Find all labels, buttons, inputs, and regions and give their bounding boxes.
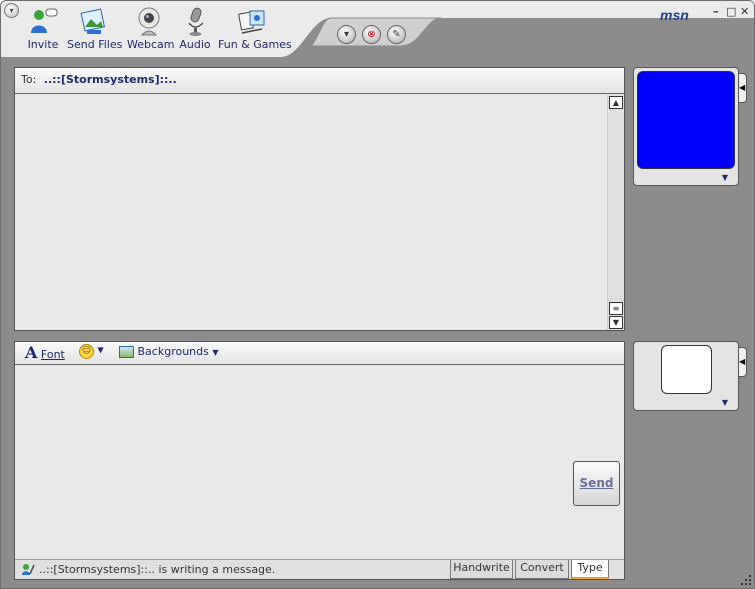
smiley-icon: ☺: [79, 344, 94, 359]
block-button[interactable]: ⊗: [362, 25, 381, 44]
backgrounds-button[interactable]: Backgrounds ▼: [119, 345, 219, 358]
scroll-down-button[interactable]: ▼: [609, 316, 623, 329]
compose-panel: A Font ☺ ▼ Backgrounds ▼ Send ..::[Storm…: [14, 341, 625, 580]
my-display-picture[interactable]: [661, 345, 712, 394]
my-display-picture-panel: ▼: [633, 341, 739, 411]
chevron-down-icon: ▼: [612, 318, 620, 327]
message-input[interactable]: Send: [15, 365, 624, 559]
format-toolbar: A Font ☺ ▼ Backgrounds ▼: [15, 342, 624, 365]
to-label: To:: [21, 73, 37, 86]
pencil-icon: ✎: [392, 29, 401, 40]
chevron-down-icon[interactable]: ▼: [722, 398, 728, 407]
conversation-history-panel: To: ..::[Stormsystems]::.. ▲ ≡ ▼: [14, 67, 625, 331]
chevron-down-icon[interactable]: ▼: [722, 173, 728, 182]
chevron-left-icon: ◀: [739, 357, 746, 366]
font-label: Font: [40, 348, 65, 361]
font-icon: A: [25, 343, 38, 362]
chevron-down-icon: ▼: [212, 348, 219, 357]
contact-display-picture[interactable]: [637, 71, 735, 169]
grip-icon: ≡: [612, 304, 620, 313]
font-button[interactable]: A Font: [25, 343, 65, 362]
invite-label: Invite: [27, 38, 59, 51]
toolbar: ▾ Invite Send Files Webcam Audio Fun & G…: [1, 1, 754, 61]
fun-games-label: Fun & Games: [218, 38, 292, 51]
more-options-button[interactable]: ▾: [337, 25, 356, 44]
collapse-contact-picture-tab[interactable]: ◀: [739, 73, 747, 103]
maximize-button[interactable]: □: [726, 5, 736, 18]
webcam-button[interactable]: Webcam: [127, 5, 175, 55]
chevron-down-icon: ▼: [97, 345, 104, 355]
collapse-my-picture-tab[interactable]: ◀: [739, 347, 747, 377]
tab-handwrite[interactable]: Handwrite: [450, 560, 513, 579]
status-button[interactable]: ✎: [387, 25, 406, 44]
msn-logo: msn: [660, 7, 689, 23]
microphone-icon: [188, 7, 204, 36]
close-button[interactable]: ✕: [740, 5, 749, 18]
typing-icon: [22, 564, 35, 575]
recipient-bar: To: ..::[Stormsystems]::..: [15, 68, 624, 94]
audio-button[interactable]: Audio: [179, 5, 211, 55]
invite-icon: [31, 8, 58, 33]
audio-label: Audio: [179, 38, 211, 51]
scroll-thumb[interactable]: ≡: [609, 302, 623, 315]
chevron-down-icon: ▾: [343, 29, 350, 40]
chevron-left-icon: ◀: [739, 83, 746, 92]
tab-type[interactable]: Type: [571, 560, 609, 579]
tab-type-label: Type: [577, 561, 603, 574]
emoticon-button[interactable]: ☺ ▼: [79, 343, 104, 359]
tab-convert-label: Convert: [520, 561, 564, 574]
send-files-button[interactable]: Send Files: [67, 5, 123, 55]
webcam-label: Webcam: [127, 38, 175, 51]
send-button[interactable]: Send: [573, 461, 620, 506]
webcam-icon: [138, 7, 160, 36]
block-icon: ⊗: [367, 29, 376, 40]
send-files-icon: [80, 8, 106, 34]
games-icon: [238, 10, 265, 34]
conversation-window: ▾ Invite Send Files Webcam Audio Fun & G…: [0, 0, 755, 589]
minimize-button[interactable]: –: [713, 5, 719, 18]
status-bar: ..::[Stormsystems]::.. is writing a mess…: [15, 559, 624, 579]
system-menu-button[interactable]: ▾: [4, 3, 19, 18]
send-label: Send: [579, 476, 614, 490]
contact-display-picture-panel: ▼: [633, 67, 739, 186]
fun-games-button[interactable]: Fun & Games: [218, 5, 292, 55]
typing-status: ..::[Stormsystems]::.. is writing a mess…: [39, 563, 276, 576]
tab-convert[interactable]: Convert: [515, 560, 569, 579]
send-files-label: Send Files: [67, 38, 123, 51]
chevron-up-icon: ▲: [612, 98, 620, 107]
message-history[interactable]: [15, 95, 607, 330]
background-icon: [119, 346, 134, 358]
recipient-name[interactable]: ..::[Stormsystems]::..: [44, 73, 177, 86]
tab-handwrite-label: Handwrite: [453, 561, 510, 574]
backgrounds-label: Backgrounds: [137, 345, 209, 358]
history-scrollbar[interactable]: ▲ ≡ ▼: [607, 95, 624, 330]
resize-grip-icon[interactable]: [740, 574, 752, 586]
invite-button[interactable]: Invite: [25, 5, 61, 55]
scroll-up-button[interactable]: ▲: [609, 96, 623, 109]
